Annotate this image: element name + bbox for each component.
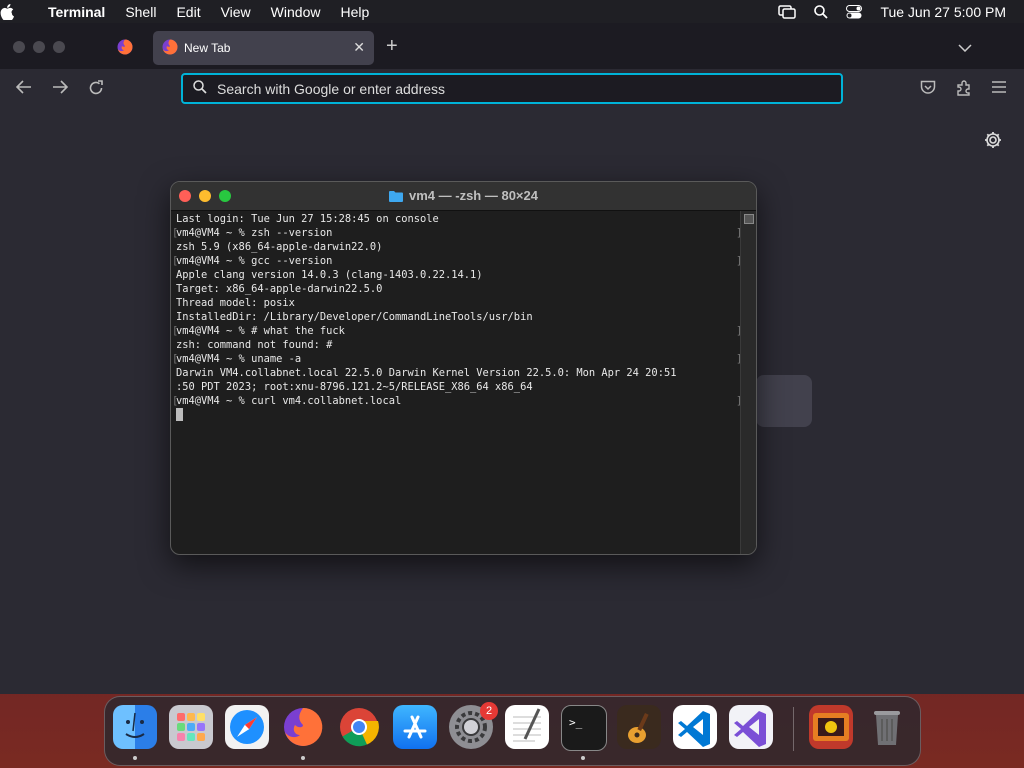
terminal-line-text: Thread model: posix <box>176 297 295 309</box>
window-zoom-button[interactable] <box>53 41 65 53</box>
prompt-mark-left: [ <box>172 255 179 267</box>
tab-bar: New Tab ✕ + <box>0 23 1024 69</box>
finder-running-indicator <box>133 756 137 760</box>
terminal-line-text: vm4@VM4 ~ % # what the fuck <box>176 325 345 337</box>
photo-booth-icon[interactable] <box>809 705 853 749</box>
firefox-icon[interactable] <box>281 705 325 749</box>
terminal-line-text: vm4@VM4 ~ % zsh --version <box>176 227 333 239</box>
window-minimize-button[interactable] <box>33 41 45 53</box>
textedit-icon[interactable] <box>505 705 549 749</box>
menu-view[interactable]: View <box>221 4 251 20</box>
menu-bar: Terminal Shell Edit View Window Help Tue… <box>0 0 1024 23</box>
settings-notification-badge: 2 <box>480 702 498 720</box>
vscode-icon[interactable] <box>673 705 717 749</box>
terminal-line: Last login: Tue Jun 27 15:28:45 on conso… <box>176 212 738 226</box>
search-icon <box>193 80 207 97</box>
firefox-pinned-tab-icon[interactable] <box>117 39 133 60</box>
firefox-running-indicator <box>301 756 305 760</box>
firefox-favicon-icon <box>162 39 178 58</box>
terminal-line: Thread model: posix <box>176 296 738 310</box>
terminal-line-text: :50 PDT 2023; root:xnu-8796.121.2~5/RELE… <box>176 381 533 393</box>
terminal-line: :50 PDT 2023; root:xnu-8796.121.2~5/RELE… <box>176 380 738 394</box>
terminal-line: vm4@VM4 ~ % curl vm4.collabnet.local[] <box>172 394 742 408</box>
tab-close-icon[interactable]: ✕ <box>353 39 365 56</box>
spotlight-search-icon[interactable] <box>814 4 829 19</box>
terminal-line: Target: x86_64-apple-darwin22.5.0 <box>176 282 738 296</box>
svg-text:>_: >_ <box>569 716 583 729</box>
terminal-line-text: Darwin VM4.collabnet.local 22.5.0 Darwin… <box>176 367 677 379</box>
screen-mirroring-icon[interactable] <box>778 4 797 19</box>
menu-app-terminal[interactable]: Terminal <box>48 4 105 20</box>
terminal-app-icon[interactable]: >_ <box>561 705 607 751</box>
terminal-line: vm4@VM4 ~ % zsh --version[] <box>172 226 742 240</box>
apple-menu-icon[interactable] <box>0 3 44 20</box>
visual-studio-icon[interactable] <box>729 705 773 749</box>
terminal-line: zsh 5.9 (x86_64-apple-darwin22.0) <box>176 240 738 254</box>
terminal-line-text: zsh 5.9 (x86_64-apple-darwin22.0) <box>176 241 383 253</box>
chrome-icon[interactable] <box>337 705 381 749</box>
launchpad-icon[interactable] <box>169 705 213 749</box>
terminal-line: vm4@VM4 ~ % # what the fuck[] <box>172 324 742 338</box>
terminal-line: vm4@VM4 ~ % gcc --version[] <box>172 254 742 268</box>
menu-window[interactable]: Window <box>271 4 321 20</box>
terminal-window[interactable]: vm4 — -zsh — 80×24 Last login: Tue Jun 2… <box>170 181 757 555</box>
terminal-output[interactable]: Last login: Tue Jun 27 15:28:45 on conso… <box>172 212 742 550</box>
dock-separator <box>793 707 794 751</box>
terminal-line-text: vm4@VM4 ~ % gcc --version <box>176 255 333 267</box>
terminal-line-text: vm4@VM4 ~ % curl vm4.collabnet.local <box>176 395 402 407</box>
prompt-mark-left: [ <box>172 353 179 365</box>
scrollbar-marker[interactable] <box>744 214 754 224</box>
address-bar[interactable]: Search with Google or enter address <box>181 73 843 104</box>
terminal-line: Darwin VM4.collabnet.local 22.5.0 Darwin… <box>176 366 738 380</box>
garageband-icon[interactable] <box>617 705 661 749</box>
terminal-line-text: Target: x86_64-apple-darwin22.5.0 <box>176 283 383 295</box>
finder-icon[interactable] <box>113 705 157 749</box>
terminal-title: vm4 — -zsh — 80×24 <box>409 188 538 203</box>
back-arrow-icon[interactable] <box>15 80 32 99</box>
terminal-line-text: zsh: command not found: # <box>176 339 333 351</box>
terminal-cursor <box>176 408 183 421</box>
safari-icon[interactable] <box>225 705 269 749</box>
shortcut-tile-placeholder[interactable] <box>756 375 812 427</box>
dock: 2 >_ <box>104 696 921 766</box>
terminal-line: Apple clang version 14.0.3 (clang-1403.0… <box>176 268 738 282</box>
prompt-mark-left: [ <box>172 395 179 407</box>
reload-icon[interactable] <box>88 80 104 101</box>
menu-clock[interactable]: Tue Jun 27 5:00 PM <box>880 4 1006 20</box>
trash-icon[interactable] <box>865 705 909 749</box>
menu-edit[interactable]: Edit <box>176 4 200 20</box>
window-close-button[interactable] <box>13 41 25 53</box>
folder-icon <box>389 190 403 205</box>
menu-shell[interactable]: Shell <box>125 4 156 20</box>
terminal-line: vm4@VM4 ~ % uname -a[] <box>172 352 742 366</box>
list-all-tabs-chevron-icon[interactable] <box>958 39 972 57</box>
prompt-mark-left: [ <box>172 325 179 337</box>
forward-arrow-icon[interactable] <box>52 80 69 99</box>
terminal-line-text: Last login: Tue Jun 27 15:28:45 on conso… <box>176 213 439 225</box>
prompt-mark-left: [ <box>172 227 179 239</box>
hamburger-menu-icon[interactable] <box>992 80 1006 98</box>
navigation-toolbar: Search with Google or enter address <box>0 69 1024 111</box>
terminal-line: InstalledDir: /Library/Developer/Command… <box>176 310 738 324</box>
address-bar-placeholder: Search with Google or enter address <box>217 80 446 97</box>
pocket-icon[interactable] <box>920 80 936 100</box>
tab-title: New Tab <box>184 41 231 55</box>
terminal-line-text: vm4@VM4 ~ % uname -a <box>176 353 302 365</box>
extensions-puzzle-icon[interactable] <box>956 80 972 101</box>
terminal-running-indicator <box>581 756 585 760</box>
terminal-titlebar[interactable]: vm4 — -zsh — 80×24 <box>171 182 756 211</box>
control-center-icon[interactable] <box>846 4 863 19</box>
terminal-scrollbar[interactable] <box>740 211 756 554</box>
terminal-line-text: Apple clang version 14.0.3 (clang-1403.0… <box>176 269 483 281</box>
app-store-icon[interactable] <box>393 705 437 749</box>
terminal-line: zsh: command not found: # <box>176 338 738 352</box>
tab-new-tab[interactable]: New Tab ✕ <box>153 31 374 65</box>
menu-help[interactable]: Help <box>340 4 369 20</box>
terminal-line-text: InstalledDir: /Library/Developer/Command… <box>176 311 533 323</box>
gear-icon[interactable] <box>984 131 1002 154</box>
terminal-cursor-line <box>176 408 738 422</box>
new-tab-plus-icon[interactable]: + <box>386 35 398 58</box>
